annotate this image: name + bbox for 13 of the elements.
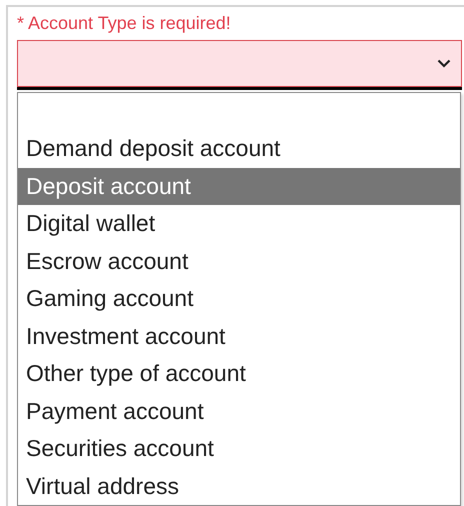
dropdown-option[interactable]: Virtual address — [18, 468, 460, 505]
dropdown-option[interactable]: Escrow account — [18, 242, 460, 280]
chevron-down-icon — [437, 58, 451, 68]
account-type-select[interactable] — [17, 40, 462, 87]
error-message: * Account Type is required! — [17, 12, 232, 35]
dropdown-option[interactable]: Other type of account — [18, 355, 460, 392]
dropdown-option[interactable]: Digital wallet — [18, 205, 460, 242]
dropdown-option[interactable]: Demand deposit account — [18, 130, 460, 168]
dropdown-option[interactable]: Securities account — [18, 430, 460, 468]
dropdown-option[interactable]: Gaming account — [18, 280, 460, 318]
dropdown-option[interactable]: Payment account — [18, 392, 460, 430]
dropdown-option[interactable]: Investment account — [18, 318, 460, 355]
dropdown-option[interactable]: Deposit account — [18, 168, 460, 205]
